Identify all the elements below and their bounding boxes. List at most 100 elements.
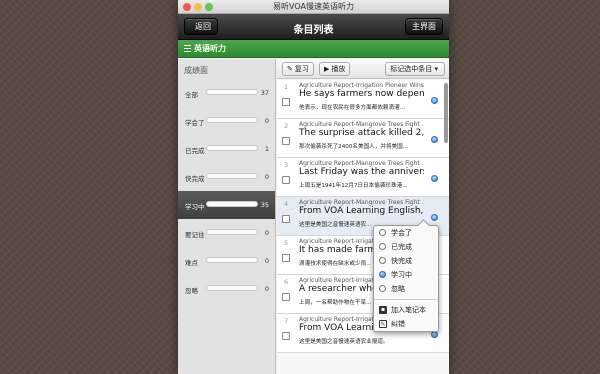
stat-label: 已完成 [185,147,205,155]
item-translation: 这里是美国之音慢速英语农业报道。 [299,339,389,345]
item-checkbox[interactable] [282,254,290,262]
stat-label: 要记住 [185,231,205,239]
caret-down-icon: ▾ [434,65,438,73]
window-titlebar: 易听VOA慢速英语听力 [178,0,449,14]
item-title: Last Friday was the anniversar... [299,167,424,177]
stats-panel: 成绩面 全部 37 学会了 0 已完成 1 快完成 0 学习中 35 要记住 0 难点 0 忽略 0 [178,59,276,374]
item-index: 6 [284,278,289,286]
item-checkbox[interactable] [282,176,290,184]
stat-progress-bar [206,257,258,263]
item-checkbox[interactable] [282,98,290,106]
status-option-label: 快完成 [391,257,412,265]
stat-label: 学会了 [185,119,205,127]
stat-count: 35 [260,201,269,209]
stat-label: 快完成 [185,175,205,183]
home-button[interactable]: 主界面 [405,18,443,35]
stat-progress-bar [206,145,258,151]
pencil-icon: ✎ [287,65,293,73]
status-option[interactable]: 快完成 [374,254,438,268]
stat-progress-bar [206,89,258,95]
item-status-radio[interactable] [431,214,438,221]
item-checkbox[interactable] [282,137,290,145]
popup-divider [374,299,438,300]
stat-label: 难点 [185,259,198,267]
item-status-radio[interactable] [431,136,438,143]
item-index: 3 [284,161,289,169]
item-translation: 那次偷袭杀死了2400名美国人，并将美国... [299,144,409,150]
stat-count: 0 [264,285,269,293]
item-index: 4 [284,200,289,208]
item-title: The surprise attack killed 2,400... [299,128,424,138]
status-option[interactable]: 忽略 [374,282,438,296]
item-checkbox[interactable] [282,293,290,301]
item-source: Agriculture Report-Mangrove Trees Fight … [299,160,424,167]
stat-progress-bar [206,201,258,207]
category-label: 英语听力 [194,44,226,53]
item-title: From VOA Learning English, th... [299,206,424,216]
item-status-radio[interactable] [431,331,438,338]
item-source: Agriculture Report-Mangrove Trees Fight … [299,199,424,206]
item-source: Agriculture Report-Mangrove Trees Fight … [299,121,424,128]
add-to-notebook-item[interactable]: ▪ 加入笔记本 [374,303,438,317]
list-item[interactable]: 1 Agriculture Report-Irrigation Pioneer W… [277,80,449,119]
stat-row[interactable]: 学习中 35 [178,191,275,219]
stat-row[interactable]: 全部 37 [178,79,275,107]
status-popup-menu: 学会了已完成快完成学习中忽略 ▪ 加入笔记本 ✎ 纠错 [373,225,439,332]
stat-count: 0 [264,173,269,181]
play-label: 播放 [331,65,346,73]
status-option[interactable]: 学习中 [374,268,438,282]
stat-label: 学习中 [185,203,205,211]
item-title: He says farmers now depend o... [299,89,424,99]
stat-count: 0 [264,117,269,125]
review-button[interactable]: ✎ 复习 [282,62,314,76]
radio-button-icon [379,271,386,278]
mark-label: 标记选中条目 [390,65,433,73]
report-error-label: 纠错 [391,320,405,328]
stat-row[interactable]: 学会了 0 [178,107,275,135]
status-option[interactable]: 已完成 [374,240,438,254]
item-status-radio[interactable] [431,175,438,182]
menu-icon [184,43,191,54]
stat-row[interactable]: 已完成 1 [178,135,275,163]
radio-button-icon [379,229,386,236]
play-icon: ▶ [324,65,330,73]
stat-row[interactable]: 难点 0 [178,247,275,275]
category-bar[interactable]: 英语听力 [178,40,449,58]
stat-count: 1 [264,145,269,153]
stat-progress-bar [206,229,258,235]
list-toolbar: ✎ 复习 ▶ 播放 标记选中条目 ▾ [277,59,449,79]
window-title: 易听VOA慢速英语听力 [273,2,354,11]
list-item[interactable]: 2 Agriculture Report-Mangrove Trees Fight… [277,119,449,158]
stat-label: 全部 [185,91,198,99]
stat-progress-bar [206,173,258,179]
status-option-label: 学会了 [391,229,412,237]
play-button[interactable]: ▶ 播放 [319,62,351,76]
status-option[interactable]: 学会了 [374,226,438,240]
mark-selected-dropdown[interactable]: 标记选中条目 ▾ [385,62,445,76]
add-to-notebook-label: 加入笔记本 [391,306,426,314]
stat-row[interactable]: 要记住 0 [178,219,275,247]
radio-button-icon [379,243,386,250]
list-scrollbar[interactable] [444,83,448,143]
list-item[interactable]: 3 Agriculture Report-Mangrove Trees Fight… [277,158,449,197]
stat-progress-bar [206,117,258,123]
stat-count: 0 [264,257,269,265]
stat-count: 37 [260,89,269,97]
stats-header: 成绩面 [184,66,208,75]
stat-label: 忽略 [185,287,198,295]
stat-row[interactable]: 忽略 0 [178,275,275,303]
item-translation: 上周五是1941年12月7日日本偷袭珍珠港... [299,183,408,189]
item-status-radio[interactable] [431,97,438,104]
item-checkbox[interactable] [282,215,290,223]
edit-icon: ✎ [379,320,387,328]
item-translation: 他表示，现在农民在很多方面都依赖滴灌... [299,105,406,111]
review-label: 复习 [294,65,309,73]
stat-count: 0 [264,229,269,237]
item-index: 1 [284,83,289,91]
radio-button-icon [379,257,386,264]
item-checkbox[interactable] [282,332,290,340]
status-option-label: 学习中 [391,271,412,279]
item-index: 2 [284,122,289,130]
stat-row[interactable]: 快完成 0 [178,163,275,191]
report-error-item[interactable]: ✎ 纠错 [374,317,438,331]
